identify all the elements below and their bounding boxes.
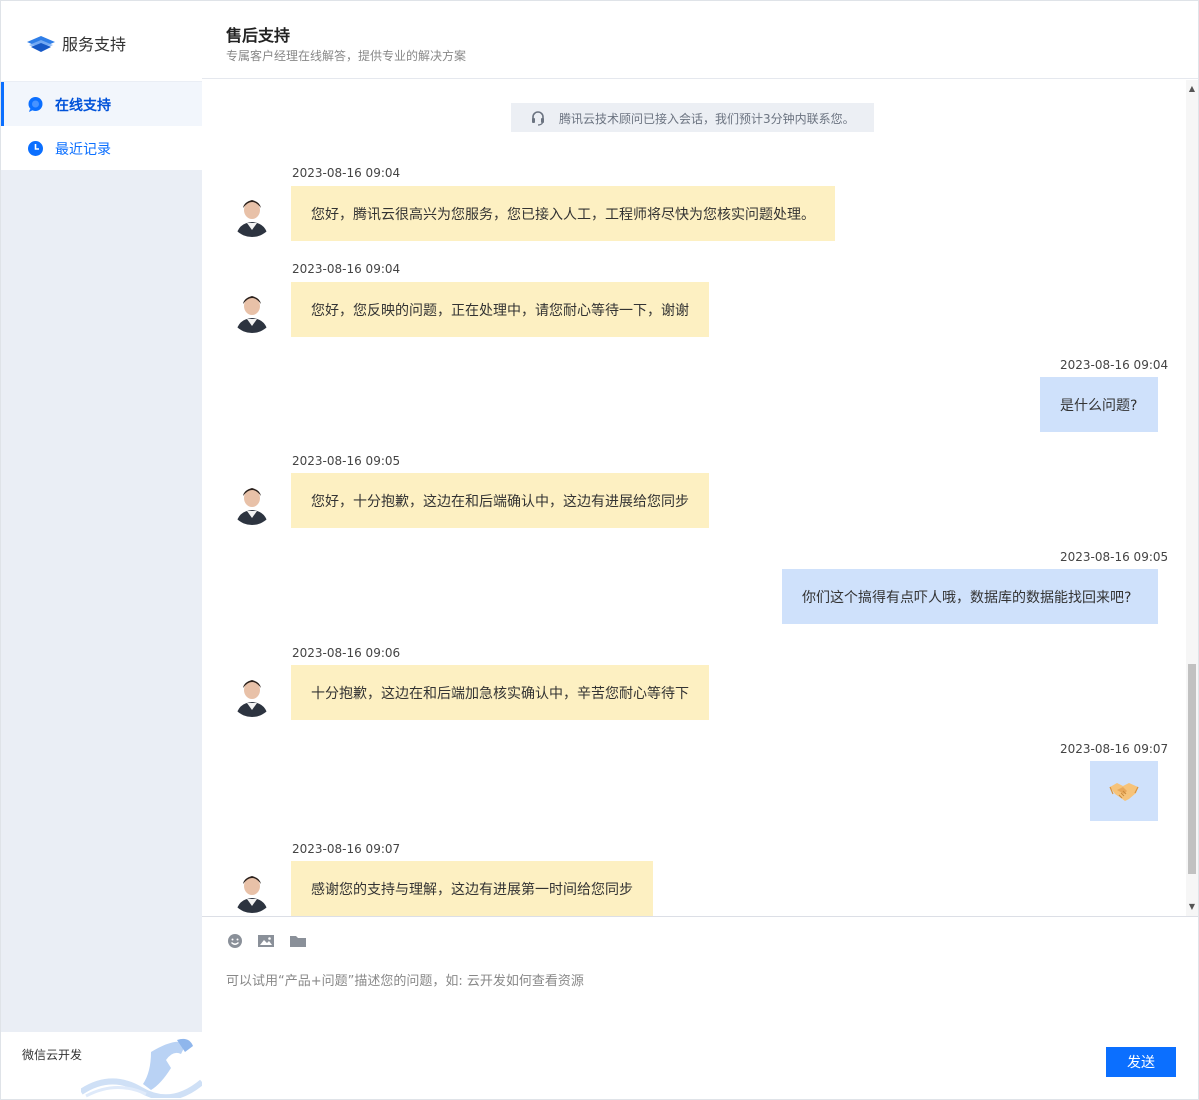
message-bubble: 你们这个搞得有点吓人哦，数据库的数据能找回来吧?	[782, 569, 1158, 624]
agent-avatar	[230, 869, 274, 913]
message-time: 2023-08-16 09:07	[292, 842, 401, 856]
agent-avatar	[230, 481, 274, 525]
clock-icon	[28, 141, 43, 156]
emoji-icon[interactable]	[226, 933, 244, 949]
message-bubble: 是什么问题?	[1040, 377, 1158, 432]
sidebar-item-online-support[interactable]: 在线支持	[1, 82, 202, 126]
agent-avatar	[230, 289, 274, 333]
message-input[interactable]	[226, 969, 1166, 993]
system-notice: 腾讯云技术顾问已接入会话，我们预计3分钟内联系您。	[511, 103, 874, 132]
sidebar: 服务支持 在线支持 最近记录 微信云开发	[1, 1, 202, 1098]
message-time: 2023-08-16 09:06	[292, 646, 401, 660]
message-time: 2023-08-16 09:04	[1060, 358, 1169, 372]
chat-scrollbar[interactable]: ▲ ▼	[1186, 80, 1198, 916]
message-bubble: 您好，十分抱歉，这边在和后端确认中，这边有进展给您同步	[291, 473, 709, 528]
telephone-icon	[81, 1038, 202, 1098]
message-time: 2023-08-16 09:05	[1060, 550, 1169, 564]
scroll-down-arrow-icon[interactable]: ▼	[1186, 900, 1198, 914]
page-header: 售后支持 专属客户经理在线解答，提供专业的解决方案	[202, 1, 1198, 79]
page-subtitle: 专属客户经理在线解答，提供专业的解决方案	[226, 49, 467, 63]
folder-icon[interactable]	[289, 933, 307, 949]
message-time: 2023-08-16 09:04	[292, 262, 401, 276]
message-composer: 发送	[202, 916, 1198, 1098]
chat-bubble-icon	[28, 97, 43, 112]
sidebar-nav: 在线支持 最近记录	[1, 82, 202, 170]
message-bubble: 十分抱歉，这边在和后端加急核实确认中，辛苦您耐心等待下	[291, 665, 709, 720]
footer-label: 微信云开发	[22, 1048, 83, 1062]
system-notice-text: 腾讯云技术顾问已接入会话，我们预计3分钟内联系您。	[559, 112, 855, 126]
scroll-up-arrow-icon[interactable]: ▲	[1186, 82, 1198, 96]
message-time: 2023-08-16 09:05	[292, 454, 401, 468]
page-title: 售后支持	[226, 26, 291, 45]
brand-logo-icon	[27, 36, 55, 52]
send-button[interactable]: 发送	[1106, 1047, 1176, 1077]
wechat-cloud-card[interactable]: 微信云开发	[1, 1032, 202, 1098]
message-bubble: 您好，您反映的问题，正在处理中，请您耐心等待一下，谢谢	[291, 282, 709, 337]
agent-avatar	[230, 673, 274, 717]
message-bubble: 您好，腾讯云很高兴为您服务，您已接入人工，工程师将尽快为您核实问题处理。	[291, 186, 835, 241]
agent-avatar	[230, 193, 274, 237]
handshake-icon	[1109, 783, 1139, 801]
message-bubble	[1090, 761, 1158, 821]
sidebar-item-recent-records[interactable]: 最近记录	[1, 126, 202, 170]
sidebar-item-label: 在线支持	[55, 98, 111, 114]
image-icon[interactable]	[257, 933, 275, 949]
sidebar-item-label: 最近记录	[55, 142, 111, 158]
chat-log[interactable]: 腾讯云技术顾问已接入会话，我们预计3分钟内联系您。 2023-08-16 09:…	[202, 80, 1186, 916]
scroll-thumb[interactable]	[1188, 664, 1196, 874]
message-time: 2023-08-16 09:04	[292, 166, 401, 180]
headset-icon	[532, 111, 544, 126]
message-time: 2023-08-16 09:07	[1060, 742, 1169, 756]
brand-title: 服务支持	[62, 35, 127, 54]
brand: 服务支持	[1, 1, 202, 81]
message-bubble: 感谢您的支持与理解，这边有进展第一时间给您同步	[291, 861, 653, 916]
